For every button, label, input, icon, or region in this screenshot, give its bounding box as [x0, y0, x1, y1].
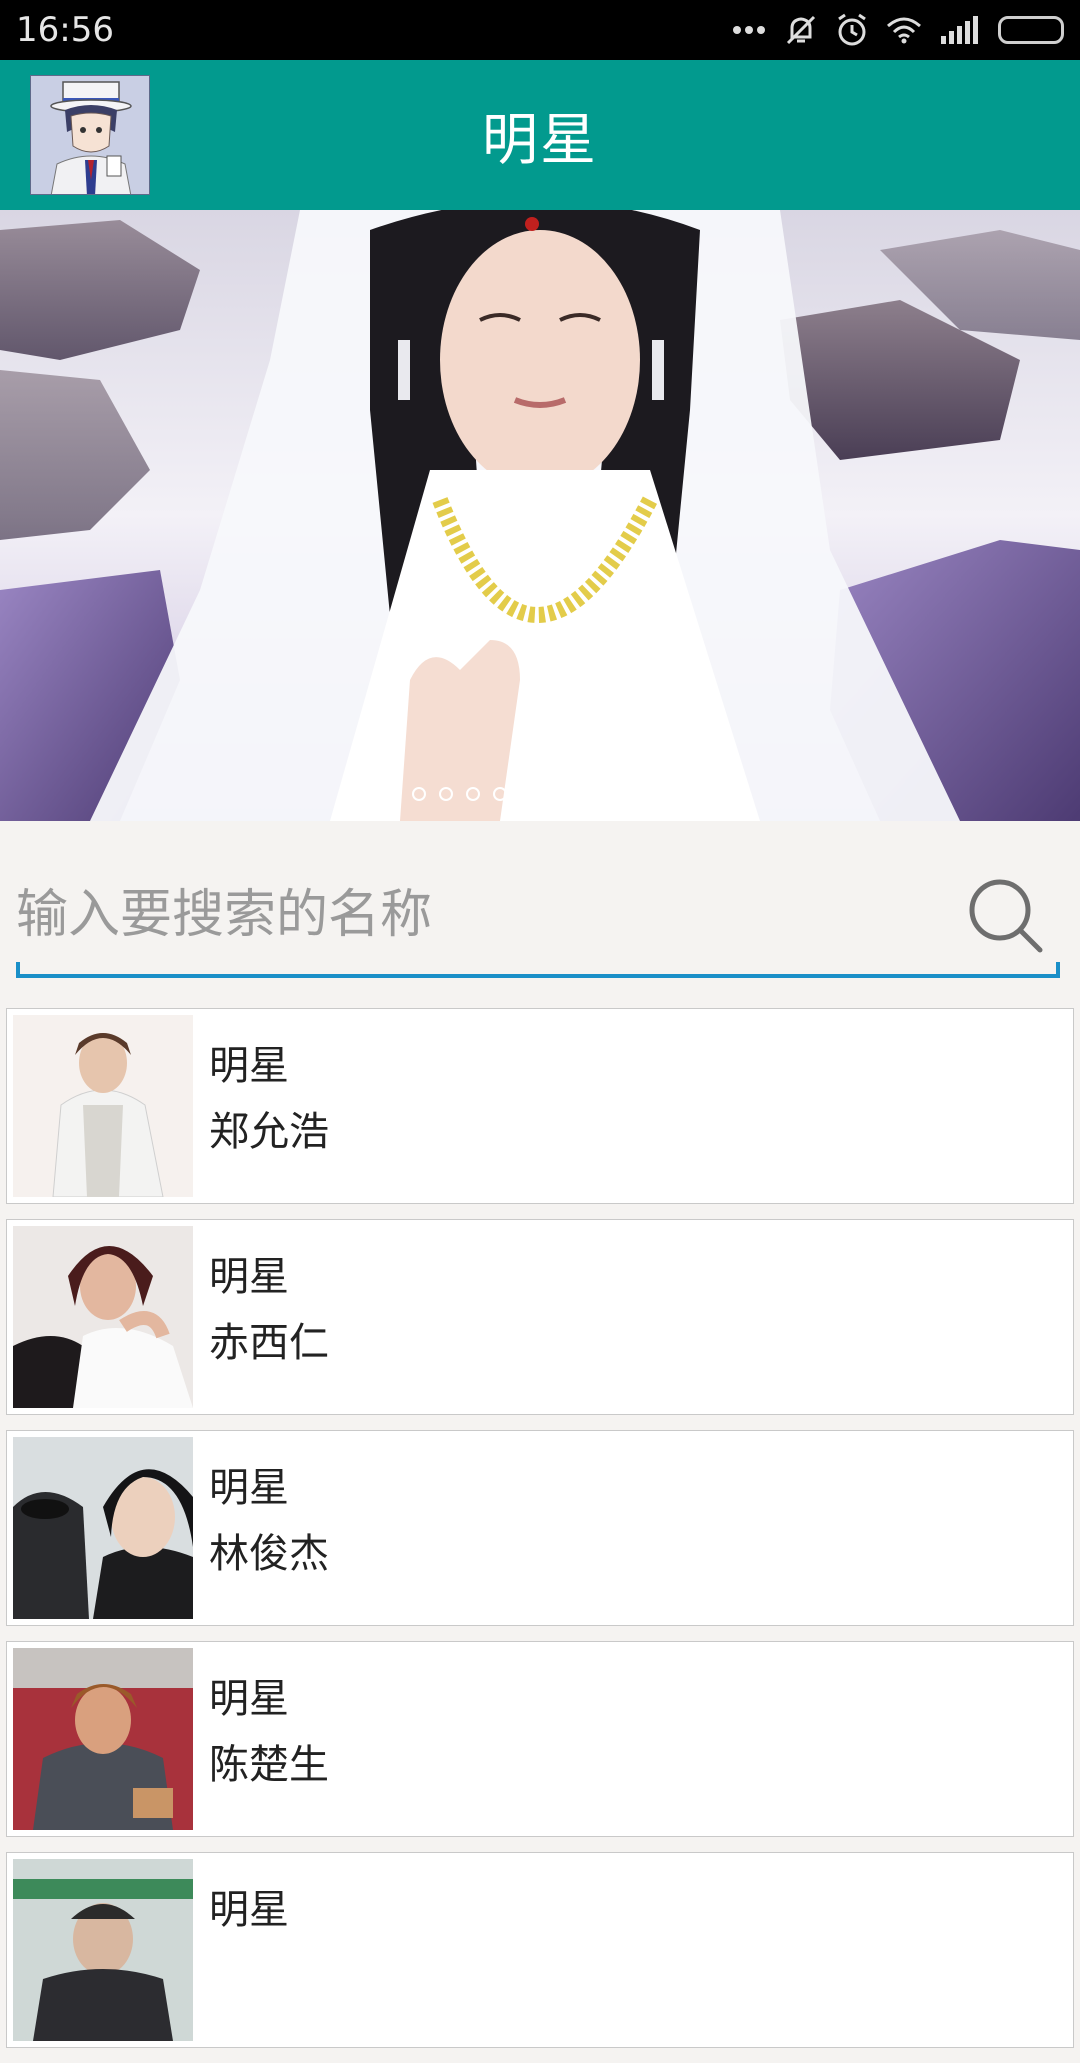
list-item[interactable]: 明星 郑允浩 [6, 1008, 1074, 1204]
banner-image [0, 210, 1080, 821]
star-photo [13, 1859, 193, 2041]
carousel-dot[interactable] [519, 787, 534, 801]
search-bar [16, 860, 1060, 978]
carousel-dot[interactable] [546, 787, 561, 801]
page-title: 明星 [482, 107, 598, 173]
list-item[interactable]: 明星 陈楚生 [6, 1641, 1074, 1837]
item-name: 陈楚生 [209, 1742, 329, 1788]
signal-icon [940, 16, 980, 44]
mute-icon [784, 13, 818, 47]
carousel-dot[interactable] [627, 787, 642, 801]
banner-carousel[interactable] [0, 210, 1080, 821]
carousel-dot[interactable] [492, 787, 507, 801]
carousel-dot[interactable] [465, 787, 480, 801]
carousel-dot[interactable] [438, 787, 453, 801]
star-list: 明星 郑允浩 明星 赤西仁 明星 林俊杰 明星 陈楚生 明星 [6, 1008, 1074, 2063]
star-photo [13, 1648, 193, 1830]
item-category: 明星 [209, 1887, 289, 1933]
star-photo [13, 1015, 193, 1197]
item-category: 明星 [209, 1676, 289, 1722]
search-input[interactable] [16, 860, 936, 970]
carousel-dot[interactable] [654, 787, 669, 801]
star-photo [13, 1226, 193, 1408]
app-bar: 明星 [0, 60, 1080, 210]
item-name: 赤西仁 [209, 1320, 329, 1366]
carousel-dot[interactable] [411, 787, 426, 801]
search-icon[interactable] [960, 870, 1050, 960]
list-item[interactable]: 明星 林俊杰 [6, 1430, 1074, 1626]
carousel-dot[interactable] [573, 787, 588, 801]
status-time: 16:56 [16, 10, 114, 50]
status-bar: 16:56 [0, 0, 1080, 60]
more-dots-icon [732, 25, 766, 35]
status-icons [732, 13, 1064, 47]
wifi-icon [886, 16, 922, 44]
item-category: 明星 [209, 1465, 289, 1511]
item-category: 明星 [209, 1254, 289, 1300]
carousel-indicator [0, 787, 1080, 801]
battery-icon [998, 16, 1064, 44]
item-name: 林俊杰 [209, 1531, 329, 1577]
list-item[interactable]: 明星 [6, 1852, 1074, 2048]
star-photo [13, 1437, 193, 1619]
list-item[interactable]: 明星 赤西仁 [6, 1219, 1074, 1415]
item-name: 郑允浩 [209, 1109, 329, 1155]
item-category: 明星 [209, 1043, 289, 1089]
carousel-dot[interactable] [600, 787, 615, 801]
alarm-icon [836, 13, 868, 47]
